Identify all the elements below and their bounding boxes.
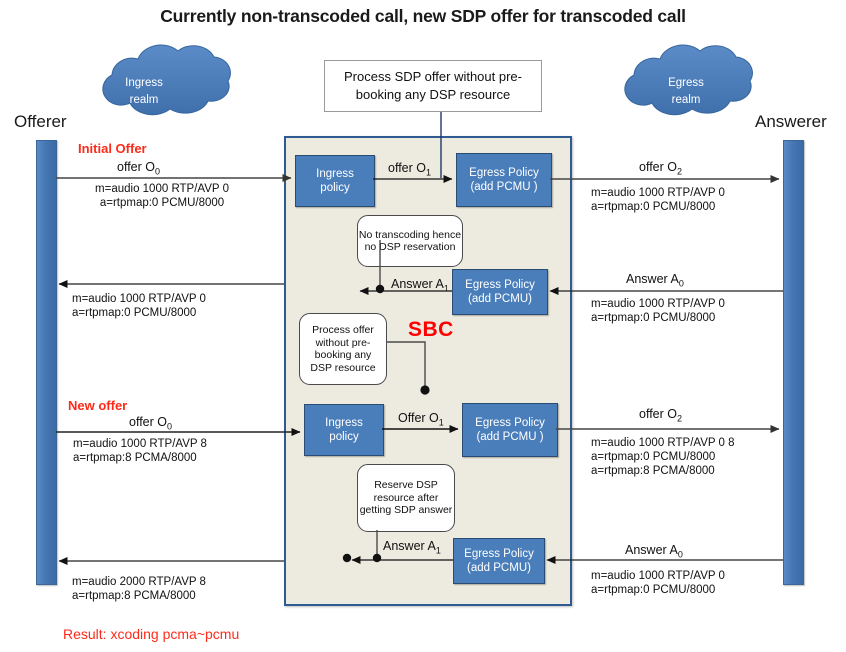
policy-box-egress-answer-1[interactable]: Egress Policy (add PCMU) <box>452 269 548 315</box>
msg-answer-a1-name: Answer A <box>391 277 444 291</box>
sdp-line: a=rtpmap:8 PCMA/8000 <box>72 590 196 602</box>
sdp-line: a=rtpmap:0 PCMU/8000 <box>72 307 197 319</box>
egress-realm-cloud: Egress realm <box>624 44 753 116</box>
msg-answer-a0-sub: 0 <box>678 278 684 289</box>
sdp-answer-a0-flow1: m=audio 1000 RTP/AVP 0 a=rtpmap:0 PCMU/8… <box>591 297 725 325</box>
msg-answer-a0-name: Answer A <box>626 272 679 286</box>
msg-offer-o0-sub: 0 <box>154 166 160 177</box>
sdp-answer-left-flow2: m=audio 2000 RTP/AVP 8 a=rtpmap:8 PCMA/8… <box>72 575 206 603</box>
msg-answer-a1-sub: 1 <box>443 283 449 294</box>
msg-offer-o1-name: Offer O <box>398 411 439 425</box>
sdp-offer-o0-flow1: m=audio 1000 RTP/AVP 0 a=rtpmap:0 PCMU/8… <box>62 182 262 210</box>
msg-label-offer-o1-flow1: offer O1 <box>388 161 431 178</box>
sdp-answer-a0-flow2: m=audio 1000 RTP/AVP 0 a=rtpmap:0 PCMU/8… <box>591 569 725 597</box>
sdp-line: a=rtpmap:0 PCMU/8000 <box>591 312 716 324</box>
sdp-line: a=rtpmap:0 PCMU/8000 <box>591 451 716 463</box>
sdp-offer-o2-flow2: m=audio 1000 RTP/AVP 0 8 a=rtpmap:0 PCMU… <box>591 436 735 478</box>
msg-answer-a1-sub: 1 <box>435 545 441 556</box>
sdp-line: m=audio 1000 RTP/AVP 0 <box>95 183 229 195</box>
policy-box-egress-1[interactable]: Egress Policy (add PCMU ) <box>456 153 552 207</box>
egress-cloud-line2: realm <box>672 94 701 106</box>
msg-offer-o2-name: offer O <box>639 407 677 421</box>
ingress-realm-cloud: Ingress realm <box>102 44 231 116</box>
policy-ingress-2-line2: policy <box>329 431 359 443</box>
lifeline-answerer <box>783 140 804 585</box>
lifeline-offerer <box>36 140 57 585</box>
policy-egress-2-line2: (add PCMU ) <box>476 431 544 443</box>
policy-ingress-1-line1: Ingress <box>316 168 354 180</box>
policy-egress-2-line1: Egress Policy <box>475 417 545 429</box>
msg-offer-o2-name: offer O <box>639 160 677 174</box>
policy-egress-answer-1-line1: Egress Policy <box>465 279 535 291</box>
msg-offer-o0-sub: 0 <box>166 421 172 432</box>
sdp-offer-o0-flow2: m=audio 1000 RTP/AVP 8 a=rtpmap:8 PCMA/8… <box>73 437 207 465</box>
msg-label-answer-a0-flow2: Answer A0 <box>625 543 683 560</box>
policy-ingress-2-line1: Ingress <box>325 417 363 429</box>
note-no-transcoding: No transcoding hence no DSP reservation <box>357 215 463 267</box>
policy-egress-answer-2-line2: (add PCMU) <box>467 562 531 574</box>
actor-label-offerer: Offerer <box>14 112 67 131</box>
sdp-line: m=audio 1000 RTP/AVP 0 <box>591 187 725 199</box>
sdp-line: m=audio 1000 RTP/AVP 0 8 <box>591 437 735 449</box>
actor-label-answerer: Answerer <box>755 112 827 131</box>
msg-offer-o0-name: offer O <box>129 415 167 429</box>
msg-label-offer-o2-flow1: offer O2 <box>639 160 682 177</box>
sbc-label: SBC <box>408 318 454 341</box>
note-reserve-dsp: Reserve DSP resource after getting SDP a… <box>357 464 455 532</box>
msg-offer-o1-sub: 1 <box>425 167 431 178</box>
msg-label-offer-o2-flow2: offer O2 <box>639 407 682 424</box>
ingress-cloud-line2: realm <box>130 94 159 106</box>
msg-label-answer-a1-flow1: Answer A1 <box>391 277 449 294</box>
msg-label-offer-o1-flow2: Offer O1 <box>398 411 444 428</box>
policy-box-egress-2[interactable]: Egress Policy (add PCMU ) <box>462 403 558 457</box>
sdp-line: a=rtpmap:8 PCMA/8000 <box>73 452 197 464</box>
msg-offer-o1-sub: 1 <box>438 417 444 428</box>
sdp-line: a=rtpmap:0 PCMU/8000 <box>99 197 225 209</box>
msg-offer-o2-sub: 2 <box>676 166 682 177</box>
phase-label-new-offer: New offer <box>68 398 128 413</box>
msg-offer-o0-name: offer O <box>117 160 155 174</box>
msg-answer-a0-name: Answer A <box>625 543 678 557</box>
sdp-line: a=rtpmap:0 PCMU/8000 <box>591 584 716 596</box>
policy-egress-answer-2-line1: Egress Policy <box>464 548 534 560</box>
result-label: Result: xcoding pcma~pcmu <box>63 626 240 642</box>
sdp-line: m=audio 1000 RTP/AVP 8 <box>73 438 207 450</box>
egress-cloud-line1: Egress <box>668 77 704 89</box>
sdp-answer-left-flow1: m=audio 1000 RTP/AVP 0 a=rtpmap:0 PCMU/8… <box>72 292 206 320</box>
sdp-line: a=rtpmap:0 PCMU/8000 <box>591 201 716 213</box>
msg-answer-a0-sub: 0 <box>677 549 683 560</box>
policy-box-ingress-2[interactable]: Ingress policy <box>304 404 384 456</box>
msg-offer-o1-name: offer O <box>388 161 426 175</box>
sdp-line: a=rtpmap:8 PCMA/8000 <box>591 465 715 477</box>
policy-egress-1-line1: Egress Policy <box>469 167 539 179</box>
diagram-canvas: Currently non-transcoded call, new SDP o… <box>0 0 846 652</box>
policy-egress-answer-1-line2: (add PCMU) <box>468 293 532 305</box>
msg-label-offer-o0-flow2: offer O0 <box>129 415 172 432</box>
sdp-line: m=audio 1000 RTP/AVP 0 <box>72 293 206 305</box>
msg-label-answer-a0-flow1: Answer A0 <box>626 272 684 289</box>
policy-box-egress-answer-2[interactable]: Egress Policy (add PCMU) <box>453 538 545 584</box>
phase-label-initial-offer: Initial Offer <box>78 141 147 156</box>
msg-label-offer-o0-flow1: offer O0 <box>117 160 160 177</box>
note-process-sdp-offer: Process SDP offer without pre-booking an… <box>324 60 542 112</box>
policy-ingress-1-line2: policy <box>320 182 350 194</box>
note-process-offer: Process offer without pre-booking any DS… <box>299 313 387 385</box>
ingress-cloud-line1: Ingress <box>125 77 163 89</box>
msg-answer-a1-name: Answer A <box>383 539 436 553</box>
msg-offer-o2-sub: 2 <box>676 413 682 424</box>
sdp-line: m=audio 2000 RTP/AVP 8 <box>72 576 206 588</box>
msg-label-answer-a1-flow2: Answer A1 <box>383 539 441 556</box>
policy-egress-1-line2: (add PCMU ) <box>470 181 538 193</box>
sdp-offer-o2-flow1: m=audio 1000 RTP/AVP 0 a=rtpmap:0 PCMU/8… <box>591 186 725 214</box>
sdp-line: m=audio 1000 RTP/AVP 0 <box>591 570 725 582</box>
sdp-line: m=audio 1000 RTP/AVP 0 <box>591 298 725 310</box>
policy-box-ingress-1[interactable]: Ingress policy <box>295 155 375 207</box>
